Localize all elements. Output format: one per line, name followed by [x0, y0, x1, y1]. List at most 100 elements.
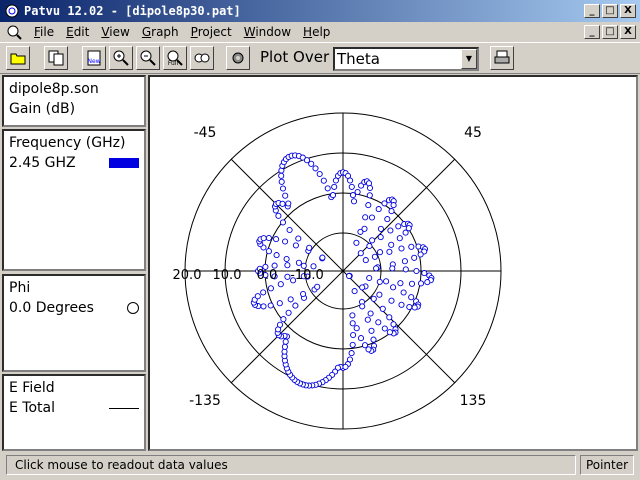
copy-button[interactable] — [44, 46, 68, 70]
data-point — [417, 280, 425, 287]
data-point — [366, 184, 374, 192]
document-icon[interactable] — [6, 24, 22, 40]
data-point — [286, 226, 293, 234]
field-panel[interactable]: E Field E Total — [2, 374, 146, 451]
phi-value: 0.0 Degrees — [9, 300, 94, 316]
data-point — [349, 341, 356, 348]
phi-header: Phi — [9, 280, 31, 296]
menu-file[interactable]: File — [28, 25, 60, 39]
data-point — [329, 192, 337, 199]
angle-label-top-right: 45 — [464, 125, 482, 141]
settings-button[interactable] — [226, 46, 250, 70]
copy-icon — [48, 50, 64, 66]
open-icon — [10, 53, 26, 65]
data-point — [387, 227, 394, 234]
data-point — [361, 342, 369, 349]
svg-text:Full: Full — [168, 60, 179, 67]
quantity-label: Gain (dB) — [9, 101, 76, 117]
data-point — [377, 225, 384, 232]
angle-label-bottom-left: -135 — [189, 393, 221, 409]
menu-edit[interactable]: Edit — [60, 25, 95, 39]
zoom-in-icon — [113, 50, 129, 66]
data-point — [346, 272, 353, 280]
data-point — [361, 225, 368, 232]
data-point — [285, 309, 292, 316]
data-point — [388, 241, 395, 248]
radial-tick-label: 20.0 — [173, 268, 202, 283]
data-point — [349, 312, 356, 319]
data-point — [267, 285, 274, 292]
data-point — [400, 289, 407, 296]
pan-button[interactable] — [190, 46, 214, 70]
data-point — [359, 303, 366, 310]
frequency-swatch — [109, 158, 139, 168]
mdi-restore-button[interactable]: □ — [602, 25, 618, 39]
close-button[interactable]: X — [620, 4, 636, 18]
data-point — [411, 254, 418, 261]
data-point — [421, 270, 428, 277]
zoom-in-button[interactable] — [109, 46, 133, 70]
mdi-minimize-button[interactable]: _ — [584, 25, 600, 39]
chevron-down-icon[interactable]: ▼ — [461, 49, 477, 69]
data-point — [314, 283, 321, 290]
plot-over-select[interactable]: Theta ▼ — [333, 47, 479, 71]
open-button[interactable] — [6, 46, 30, 70]
status-mode: Pointer — [580, 455, 634, 475]
angle-label-top-left: -45 — [194, 125, 217, 141]
data-point — [347, 177, 354, 184]
menu-help[interactable]: Help — [297, 25, 336, 39]
polar-chart[interactable]: 20.0 10.0 0.0 -10.0 -45 45 -135 135 — [150, 77, 636, 449]
print-button[interactable] — [490, 46, 514, 70]
data-point — [285, 200, 292, 207]
field-value: E Total — [9, 400, 55, 416]
maximize-button[interactable]: □ — [602, 4, 618, 18]
data-point — [362, 257, 369, 264]
new-button[interactable]: New — [82, 46, 106, 70]
data-point — [348, 350, 355, 357]
frequency-panel[interactable]: Frequency (GHz) 2.45 GHZ — [2, 129, 146, 271]
plot-over-label: Plot Over — [260, 48, 330, 66]
data-point — [376, 249, 384, 256]
data-point — [376, 278, 383, 285]
menu-project[interactable]: Project — [185, 25, 238, 39]
data-point — [308, 160, 315, 167]
data-point — [283, 255, 290, 263]
menu-window[interactable]: Window — [238, 25, 297, 39]
menu-bar: File Edit View Graph Project Window Help… — [0, 22, 640, 42]
data-point — [362, 214, 369, 221]
polar-plot-area[interactable]: 20.0 10.0 0.0 -10.0 -45 45 -135 135 — [148, 75, 638, 451]
data-point — [396, 235, 403, 242]
zoom-out-button[interactable] — [136, 46, 160, 70]
frequency-value: 2.45 GHZ — [9, 155, 76, 171]
data-point — [370, 295, 377, 302]
data-point — [349, 320, 356, 327]
data-point — [279, 219, 287, 226]
data-point — [383, 278, 390, 285]
zoom-full-button[interactable]: Full — [163, 46, 187, 70]
data-point — [408, 243, 415, 250]
menu-view[interactable]: View — [95, 25, 135, 39]
data-point — [413, 267, 420, 275]
data-point — [300, 290, 307, 298]
data-point — [267, 302, 274, 309]
phi-panel[interactable]: Phi 0.0 Degrees — [2, 274, 146, 372]
data-point — [376, 291, 383, 298]
data-point — [368, 327, 375, 334]
data-point — [282, 192, 289, 199]
radial-tick-label: 0.0 — [257, 268, 278, 283]
data-point — [368, 214, 376, 221]
data-point — [295, 235, 302, 242]
mdi-close-button[interactable]: X — [620, 25, 636, 39]
menu-graph[interactable]: Graph — [136, 25, 185, 39]
minimize-button[interactable]: _ — [584, 4, 600, 18]
data-point — [411, 304, 418, 311]
data-point — [342, 363, 349, 370]
data-point — [366, 242, 373, 250]
data-point — [306, 244, 313, 251]
data-point — [282, 238, 289, 245]
data-point — [265, 234, 272, 242]
data-point — [282, 338, 289, 345]
data-point — [398, 301, 405, 308]
data-point — [424, 279, 431, 286]
data-point — [350, 198, 358, 205]
